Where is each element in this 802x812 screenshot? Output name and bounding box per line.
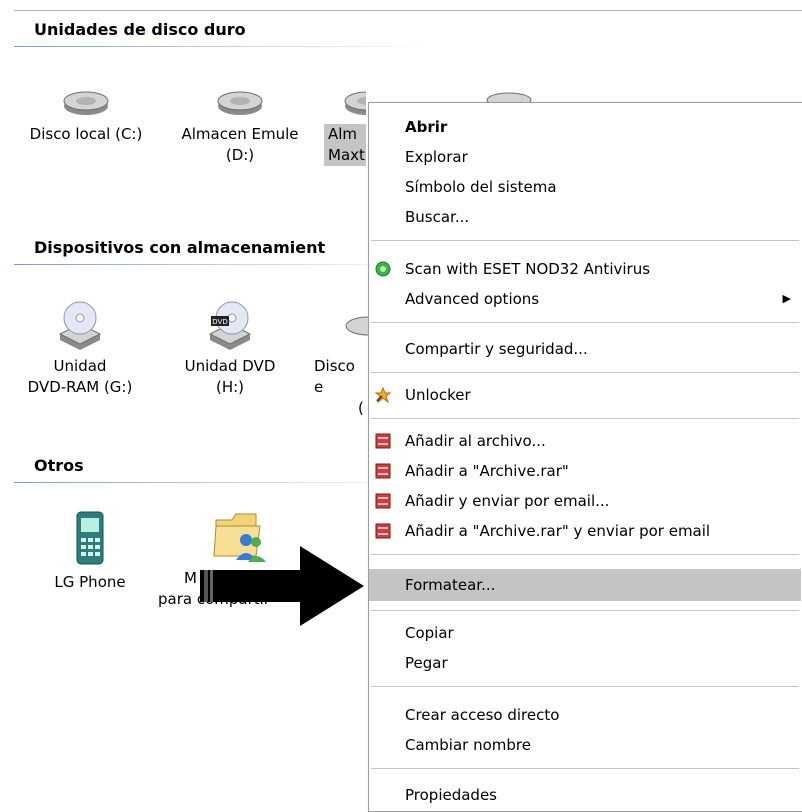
menu-item-eset-scan[interactable]: Scan with ESET NOD32 Antivirus — [369, 255, 801, 283]
menu-separator — [371, 554, 799, 555]
menu-separator — [371, 686, 799, 687]
menu-item-cambiar-nombre[interactable]: Cambiar nombre — [369, 731, 801, 759]
drive-g[interactable]: Unidad DVD-RAM (G:) — [10, 300, 150, 398]
group-header-removable: Dispositivos con almacenamient — [34, 238, 326, 257]
menu-item-anadir-archive-rar[interactable]: Añadir a "Archive.rar" — [369, 457, 801, 485]
drive-g-label-2: DVD-RAM (G:) — [27, 378, 133, 396]
drive-g-label-1: Unidad — [53, 357, 107, 375]
drive-d[interactable]: Almacen Emule (D:) — [170, 88, 310, 166]
top-divider — [14, 10, 802, 11]
menu-item-copiar[interactable]: Copiar — [369, 619, 801, 647]
lg-phone[interactable]: LG Phone — [40, 510, 140, 593]
menu-item-pegar[interactable]: Pegar — [369, 649, 801, 677]
external-disk-label-2: ( — [358, 399, 364, 417]
drive-h-label-2: (H:) — [215, 378, 245, 396]
menu-item-buscar-label: Buscar... — [405, 208, 470, 226]
menu-item-unlocker[interactable]: Unlocker — [369, 381, 801, 409]
drive-h-label-1: Unidad DVD — [184, 357, 276, 375]
menu-item-propiedades[interactable]: Propiedades — [369, 781, 801, 809]
drive-d-label-2: (D:) — [225, 146, 255, 164]
winrar-icon — [375, 523, 391, 539]
dvd-drive-icon: DVD — [208, 301, 252, 350]
hard-disk-icon — [63, 91, 109, 115]
menu-item-simbolo-sistema[interactable]: Símbolo del sistema — [369, 173, 801, 201]
menu-item-simbolo-sistema-label: Símbolo del sistema — [405, 178, 557, 196]
menu-item-compartir-seguridad-label: Compartir y seguridad... — [405, 340, 588, 358]
winrar-icon — [375, 493, 391, 509]
menu-item-pegar-label: Pegar — [405, 654, 448, 672]
group-header-hard-disks: Unidades de disco duro — [34, 20, 246, 39]
cd-drive-icon — [58, 301, 102, 350]
menu-separator — [371, 418, 799, 419]
menu-item-anadir-archive-rar-label: Añadir a "Archive.rar" — [405, 462, 569, 480]
menu-item-crear-acceso-directo[interactable]: Crear acceso directo — [369, 701, 801, 729]
drive-maxtor-label-1: Alm — [328, 125, 358, 143]
menu-separator — [371, 610, 799, 611]
menu-item-formatear[interactable]: Formatear... — [369, 569, 801, 601]
lg-phone-label: LG Phone — [54, 573, 126, 591]
context-menu: Abrir Explorar Símbolo del sistema Busca… — [368, 102, 802, 812]
winrar-icon — [375, 463, 391, 479]
drive-c-label: Disco local (C:) — [29, 125, 143, 143]
menu-separator — [371, 322, 799, 323]
unlocker-icon — [375, 387, 391, 403]
menu-separator — [371, 240, 799, 241]
hard-disk-icon — [344, 91, 366, 115]
external-disk-label-1: Disco e — [314, 357, 355, 396]
menu-item-anadir-enviar-email-label: Añadir y enviar por email... — [405, 492, 610, 510]
menu-item-propiedades-label: Propiedades — [405, 786, 497, 804]
winrar-icon — [375, 433, 391, 449]
menu-item-crear-acceso-directo-label: Crear acceso directo — [405, 706, 560, 724]
menu-item-buscar[interactable]: Buscar... — [369, 203, 801, 231]
menu-item-eset-scan-label: Scan with ESET NOD32 Antivirus — [405, 260, 651, 278]
menu-item-compartir-seguridad[interactable]: Compartir y seguridad... — [369, 335, 801, 363]
menu-item-formatear-label: Formatear... — [405, 576, 496, 594]
menu-item-abrir[interactable]: Abrir — [369, 113, 801, 141]
phone-icon — [76, 511, 104, 565]
menu-item-abrir-label: Abrir — [405, 118, 448, 136]
drive-maxtor[interactable]: Alm Maxt — [306, 88, 366, 166]
drive-maxtor-label-2: Maxt — [328, 146, 365, 164]
eset-icon — [375, 261, 391, 277]
hard-disk-icon — [345, 316, 368, 336]
group-header-others: Otros — [34, 456, 84, 475]
drive-c[interactable]: Disco local (C:) — [16, 88, 156, 145]
hard-disk-icon — [217, 91, 263, 115]
menu-item-unlocker-label: Unlocker — [405, 386, 471, 404]
drive-d-label-1: Almacen Emule — [181, 125, 299, 143]
drive-h[interactable]: DVD Unidad DVD (H:) — [160, 300, 300, 398]
menu-item-anadir-archivo[interactable]: Añadir al archivo... — [369, 427, 801, 455]
menu-item-copiar-label: Copiar — [405, 624, 454, 642]
shared-folder-label-1: M — [184, 569, 197, 587]
menu-item-advanced-options[interactable]: Advanced options ▶ — [369, 285, 801, 313]
menu-item-advanced-options-label: Advanced options — [405, 290, 540, 308]
group-divider-hard-disks — [14, 46, 434, 47]
pointer-arrow-icon — [200, 546, 364, 626]
menu-separator — [371, 372, 799, 373]
menu-item-cambiar-nombre-label: Cambiar nombre — [405, 736, 531, 754]
submenu-arrow-icon: ▶ — [782, 292, 791, 305]
menu-separator — [371, 768, 799, 769]
menu-item-anadir-rar-enviar-email[interactable]: Añadir a "Archive.rar" y enviar por emai… — [369, 517, 801, 545]
svg-text:DVD: DVD — [212, 318, 227, 326]
external-disk[interactable]: Disco e ( — [306, 300, 368, 419]
menu-item-explorar[interactable]: Explorar — [369, 143, 801, 171]
menu-item-anadir-enviar-email[interactable]: Añadir y enviar por email... — [369, 487, 801, 515]
menu-item-explorar-label: Explorar — [405, 148, 468, 166]
menu-item-anadir-archivo-label: Añadir al archivo... — [405, 432, 546, 450]
menu-item-anadir-rar-enviar-email-label: Añadir a "Archive.rar" y enviar por emai… — [405, 522, 711, 540]
